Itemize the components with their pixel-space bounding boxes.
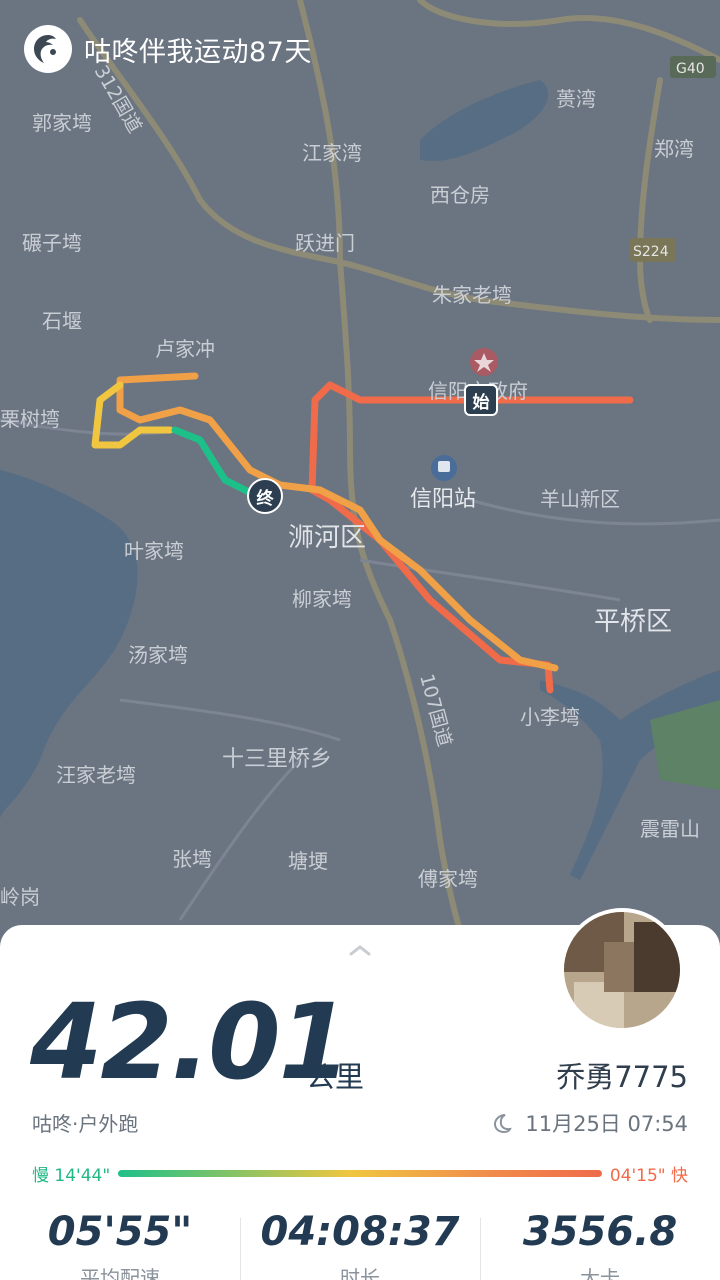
map-place-label: 十三里桥乡 (222, 747, 332, 772)
map-district-label: 浉河区 (288, 523, 366, 553)
map-place-label: 信阳站 (410, 487, 476, 512)
stats-divider (480, 1218, 481, 1280)
map-place-label: 震雷山 (640, 817, 700, 841)
map-place-label: 江家湾 (302, 141, 362, 165)
map-place-label: 岭岗 (0, 885, 40, 909)
pace-legend: 慢 14'44" 04'15" 快 (32, 1160, 688, 1186)
datetime-text: 11月25日 07:54 (525, 1112, 688, 1136)
map-place-label: 郭家塆 (32, 111, 92, 135)
map-place-label: 汤家塆 (128, 643, 188, 667)
map-place-label: 蒉湾 (556, 87, 596, 111)
map-place-label: 跃进门 (295, 231, 355, 255)
map-place-label: 叶家塆 (124, 539, 184, 563)
map-place-label: 郑湾 (654, 137, 694, 161)
map-place-label: 张塆 (172, 847, 212, 871)
distance-unit: 公里 (306, 1060, 365, 1094)
stat-calories: 3556.8 大卡 (480, 1212, 720, 1280)
stats-row: 05'55" 平均配速 04:08:37 时长 3556.8 大卡 (0, 1212, 720, 1280)
stat-average-pace: 05'55" 平均配速 (0, 1212, 240, 1280)
map-place-label: 傅家塆 (418, 867, 478, 891)
map-place-label: 羊山新区 (540, 487, 620, 511)
stat-duration: 04:08:37 时长 (240, 1212, 480, 1280)
workout-datetime: 11月25日 07:54 (491, 1108, 688, 1138)
stat-label: 平均配速 (80, 1266, 160, 1280)
map-place-label: 西仓房 (430, 183, 490, 207)
app-title: 咕咚伴我运动87天 (84, 36, 312, 68)
stat-value: 3556.8 (522, 1209, 678, 1255)
map-road-label: S224 (633, 244, 669, 260)
map-place-label: 卢家冲 (155, 337, 215, 361)
map-place-label: 朱家老塆 (432, 283, 512, 307)
avatar[interactable] (560, 908, 684, 1032)
screen: 郭家塆 江家湾 蒉湾 郑湾 西仓房 碾子塆 跃进门 石堰 朱家老塆 卢家冲 信阳… (0, 0, 720, 1280)
map-place-label: 小李塆 (520, 705, 580, 729)
pace-fast-label: 04'15" 快 (609, 1165, 688, 1186)
app-header: 咕咚伴我运动87天 (24, 24, 312, 74)
map-road-label: G40 (676, 61, 705, 77)
distance-value: 42.01 (30, 981, 351, 1103)
route-end-marker[interactable]: 终 (247, 478, 283, 514)
stat-label: 大卡 (580, 1266, 620, 1280)
map-place-label: 栗树塆 (0, 407, 60, 431)
map-district-label: 平桥区 (594, 607, 672, 637)
pace-gradient-bar (118, 1169, 602, 1177)
map-place-label: 石堰 (42, 309, 82, 333)
route-start-marker[interactable]: 始 (464, 384, 498, 416)
sport-type: 咕咚·户外跑 (32, 1112, 139, 1136)
moon-icon (494, 1114, 513, 1134)
map-place-label: 塘埂 (288, 849, 328, 873)
map-place-label: 碾子塆 (22, 231, 82, 255)
codoon-logo-icon (24, 25, 72, 73)
stat-value: 04:08:37 (260, 1209, 460, 1255)
username[interactable]: 乔勇7775 (556, 1054, 688, 1096)
stat-value: 05'55" (47, 1209, 193, 1255)
chevron-up-icon[interactable] (349, 944, 371, 956)
map-place-label: 汪家老塆 (56, 763, 136, 787)
pace-slow-label: 慢 14'44" (32, 1165, 111, 1186)
stats-divider (240, 1218, 241, 1280)
map-place-label: 柳家塆 (292, 587, 352, 611)
stat-label: 时长 (340, 1266, 380, 1280)
